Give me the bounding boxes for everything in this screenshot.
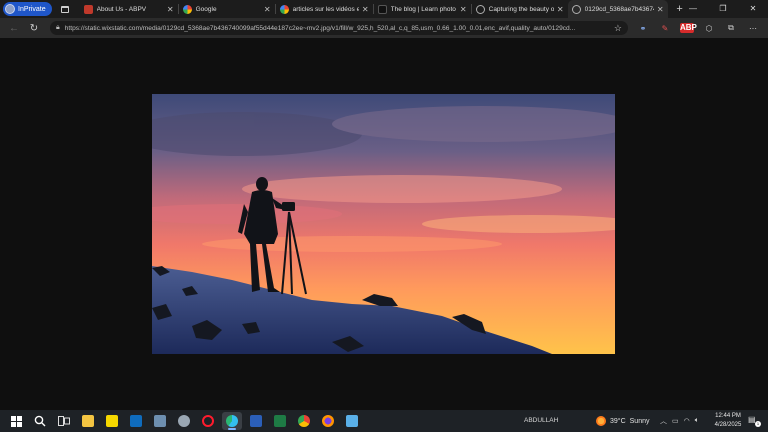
notepad-icon[interactable] (342, 412, 362, 430)
outlook-icon[interactable] (126, 412, 146, 430)
minimize-button[interactable]: — (678, 0, 708, 18)
extension-link-icon[interactable]: ⚭ (636, 24, 650, 33)
tab-strip: InPrivate About Us - ABPV ✕ Google ✕ art… (0, 0, 768, 18)
clock[interactable]: 12:44 PM 4/28/2025 (711, 412, 745, 430)
blog-favicon-icon (377, 4, 387, 14)
tab-title: Google (195, 5, 217, 13)
chrome-icon[interactable] (294, 412, 314, 430)
taskbar: ABDULLAH 39°C Sunny ︿ ▭ ◠ 🔈︎ 12:44 PM 4/… (0, 410, 768, 432)
screen: InPrivate About Us - ABPV ✕ Google ✕ art… (0, 0, 768, 432)
window-controls: — ❐ ✕ (678, 0, 768, 18)
close-tab-icon[interactable]: ✕ (557, 5, 564, 14)
show-hidden-icons-chevron-icon[interactable]: ︿ (660, 416, 667, 426)
system-tray: ︿ ▭ ◠ 🔈︎ (660, 410, 699, 432)
task-view-icon[interactable] (54, 412, 74, 430)
close-tab-icon[interactable]: ✕ (167, 5, 174, 14)
notification-icon[interactable]: ▤ 1 (748, 415, 761, 427)
wifi-icon[interactable]: ◠ (684, 417, 690, 425)
sun-icon (596, 416, 606, 426)
volume-icon[interactable]: 🔈︎ (695, 417, 699, 425)
close-window-button[interactable]: ✕ (738, 0, 768, 18)
inprivate-label: InPrivate (18, 5, 46, 13)
weather-widget[interactable]: 39°C Sunny (596, 410, 650, 432)
abpv-favicon-icon (83, 4, 93, 14)
back-button[interactable]: ← (4, 23, 24, 34)
profile-avatar-icon (5, 4, 15, 14)
sunset-photographer-image (152, 94, 615, 354)
address-url: https://static.wixstatic.com/media/0129c… (64, 24, 576, 32)
tab-the-blog[interactable]: The blog | Learn photo a ✕ (374, 0, 471, 18)
close-tab-icon[interactable]: ✕ (657, 5, 664, 14)
weather-condition: Sunny (629, 417, 650, 425)
reload-button[interactable]: ↻ (24, 23, 44, 34)
tab-image-active[interactable]: 0129cd_5368ae7b43674( ✕ (567, 0, 668, 18)
clock-time: 12:44 PM (715, 413, 741, 419)
extension-pin-icon[interactable]: ✎ (658, 24, 672, 33)
app-icon[interactable] (174, 412, 194, 430)
tab-about-us[interactable]: About Us - ABPV ✕ (80, 0, 178, 18)
user-label: ABDULLAH (524, 417, 559, 424)
tab-title: About Us - ABPV (96, 5, 147, 13)
excel-icon[interactable] (270, 412, 290, 430)
notification-count: 1 (755, 421, 761, 427)
word-icon[interactable] (246, 412, 266, 430)
google-favicon-icon (279, 4, 289, 14)
sticky-notes-icon[interactable] (102, 412, 122, 430)
calculator-icon[interactable] (150, 412, 170, 430)
tab-title: The blog | Learn photo a (390, 5, 457, 13)
tab-title: articles sur les vidéos et l (292, 5, 359, 13)
lock-icon[interactable]: 🔒︎ (56, 24, 60, 32)
file-explorer-icon[interactable] (78, 412, 98, 430)
firefox-icon[interactable] (318, 412, 338, 430)
opera-icon[interactable] (198, 412, 218, 430)
close-tab-icon[interactable]: ✕ (264, 5, 271, 14)
close-tab-icon[interactable]: ✕ (362, 5, 369, 14)
more-options-icon[interactable]: ⋯ (746, 24, 760, 33)
weather-temp: 39°C (610, 417, 626, 425)
page-content (0, 38, 768, 410)
network-icon[interactable]: ▭ (672, 417, 679, 425)
search-icon[interactable] (30, 412, 50, 430)
globe-icon (475, 4, 485, 14)
favorite-star-icon[interactable]: ☆ (614, 23, 622, 34)
globe-icon (571, 4, 581, 14)
tab-capturing-beauty[interactable]: Capturing the beauty of ✕ (472, 0, 568, 18)
address-bar[interactable]: 🔒︎ https://static.wixstatic.com/media/01… (50, 21, 628, 35)
tab-title: Capturing the beauty of (488, 5, 554, 13)
tab-title: 0129cd_5368ae7b43674( (584, 5, 654, 13)
extensions-area: ⚭ ✎ ABP ⬡ ⧉ ⋯ (636, 23, 760, 33)
tab-google[interactable]: Google ✕ (179, 0, 275, 18)
edge-browser-icon[interactable] (222, 412, 242, 430)
maximize-button[interactable]: ❐ (708, 0, 738, 18)
google-favicon-icon (182, 4, 192, 14)
adblock-plus-icon[interactable]: ABP (680, 23, 697, 33)
windows-start-icon[interactable] (6, 412, 26, 430)
collections-icon[interactable]: ⧉ (724, 23, 738, 33)
browser-toolbar: ← ↻ 🔒︎ https://static.wixstatic.com/medi… (0, 18, 768, 38)
tab-articles[interactable]: articles sur les vidéos et l ✕ (276, 0, 373, 18)
extensions-puzzle-icon[interactable]: ⬡ (702, 24, 716, 33)
inprivate-badge[interactable]: InPrivate (3, 2, 52, 16)
close-tab-icon[interactable]: ✕ (460, 5, 467, 14)
clock-date: 4/28/2025 (714, 422, 742, 428)
tab-actions-icon[interactable] (56, 2, 74, 16)
